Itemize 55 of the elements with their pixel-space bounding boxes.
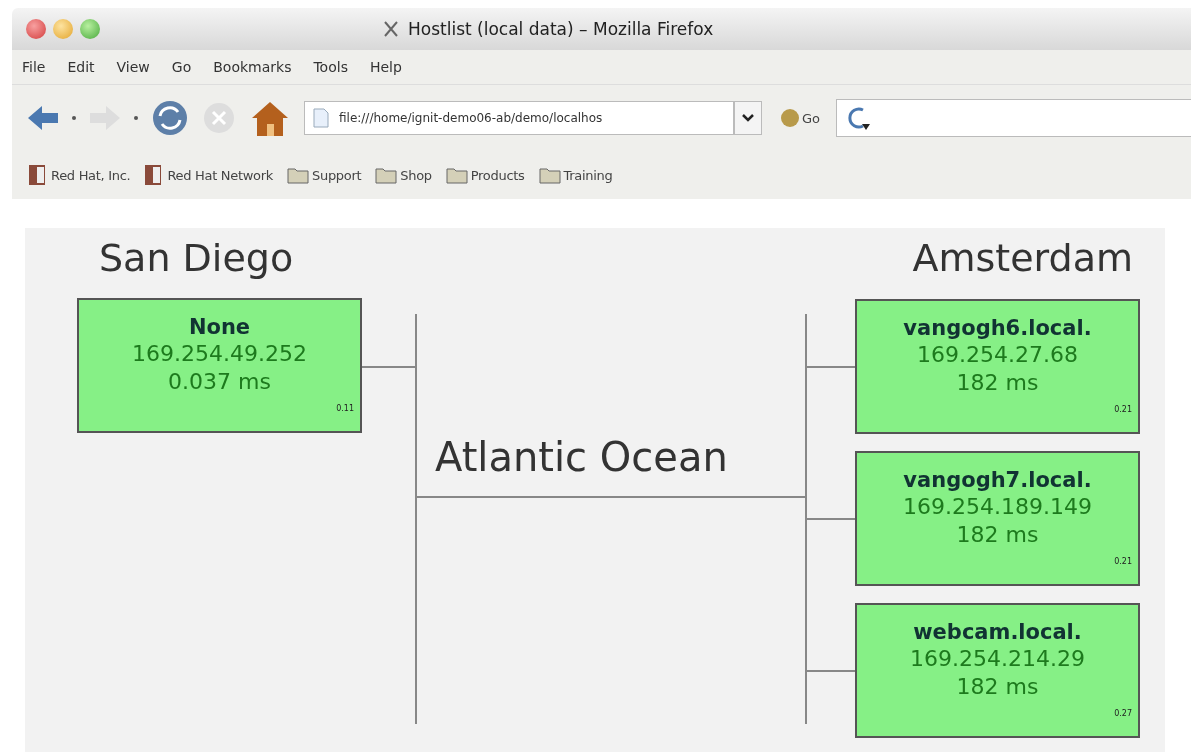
book-icon [28, 164, 48, 186]
history-dropdown-button[interactable] [734, 101, 762, 135]
version-label: 0.11 [336, 404, 354, 413]
host-name: vangogh7.local. [903, 467, 1092, 493]
host-ip: 169.254.214.29 [910, 645, 1085, 673]
host-latency: 182 ms [956, 521, 1039, 549]
host-card[interactable]: vangogh6.local. 169.254.27.68 182 ms 0.21 [855, 299, 1140, 434]
site-heading: San Diego [99, 236, 294, 280]
version-label: 0.21 [1114, 557, 1132, 566]
host-name: webcam.local. [913, 619, 1082, 645]
host-name: vangogh6.local. [903, 315, 1092, 341]
bookmark-item[interactable]: Products [445, 166, 525, 184]
host-card[interactable]: None 169.254.49.252 0.037 ms 0.11 [77, 298, 362, 433]
menu-item[interactable]: Bookmarks [213, 59, 292, 75]
site-heading: Amsterdam [912, 236, 1133, 280]
reload-icon[interactable] [150, 98, 190, 138]
version-label: 0.21 [1114, 405, 1132, 414]
window-title: Hostlist (local data) – Mozilla Firefox [408, 19, 714, 39]
ocean-label: Atlantic Ocean [435, 434, 728, 480]
host-card[interactable]: webcam.local. 169.254.214.29 182 ms 0.27 [855, 603, 1140, 738]
folder-icon [445, 166, 468, 184]
host-ip: 169.254.27.68 [917, 341, 1078, 369]
folder-icon [538, 166, 561, 184]
back-arrow-icon[interactable] [26, 103, 60, 133]
version-label: 0.27 [1114, 709, 1132, 718]
host-ip: 169.254.189.149 [903, 493, 1092, 521]
bookmark-item[interactable]: Support [287, 166, 362, 184]
page-icon [313, 108, 329, 128]
chevron-down-icon [742, 114, 754, 122]
host-ip: 169.254.49.252 [132, 340, 307, 368]
bookmark-item[interactable]: Red Hat, Inc. [28, 164, 131, 186]
dropdown-dot-icon[interactable] [134, 116, 138, 120]
menu-item[interactable]: Edit [67, 59, 95, 75]
host-card[interactable]: vangogh7.local. 169.254.189.149 182 ms 0.21 [855, 451, 1140, 586]
host-name: None [188, 314, 251, 340]
bookmark-item[interactable]: Shop [375, 166, 432, 184]
app-icon [382, 20, 400, 38]
menu-item[interactable]: View [116, 59, 150, 75]
bookmark-item[interactable]: Training [538, 166, 613, 184]
bookmark-item[interactable]: Red Hat Network [144, 164, 273, 186]
host-latency: 182 ms [956, 369, 1039, 397]
close-icon[interactable] [26, 19, 46, 39]
go-icon [778, 108, 800, 128]
folder-icon [287, 166, 309, 184]
search-field[interactable] [836, 99, 1191, 137]
host-latency: 182 ms [956, 673, 1039, 701]
menu-item[interactable]: Tools [313, 59, 348, 75]
folder-icon [375, 166, 398, 184]
go-button[interactable]: Go [774, 108, 825, 128]
address-field[interactable]: file:///home/ignit-demo06-ab/demo/localhos [304, 101, 734, 135]
menu-item[interactable]: Go [171, 59, 192, 75]
menu-item[interactable]: File [22, 59, 46, 75]
dropdown-dot-icon[interactable] [72, 116, 76, 120]
host-latency: 0.037 ms [168, 368, 271, 396]
menu-item[interactable]: Help [369, 59, 402, 75]
